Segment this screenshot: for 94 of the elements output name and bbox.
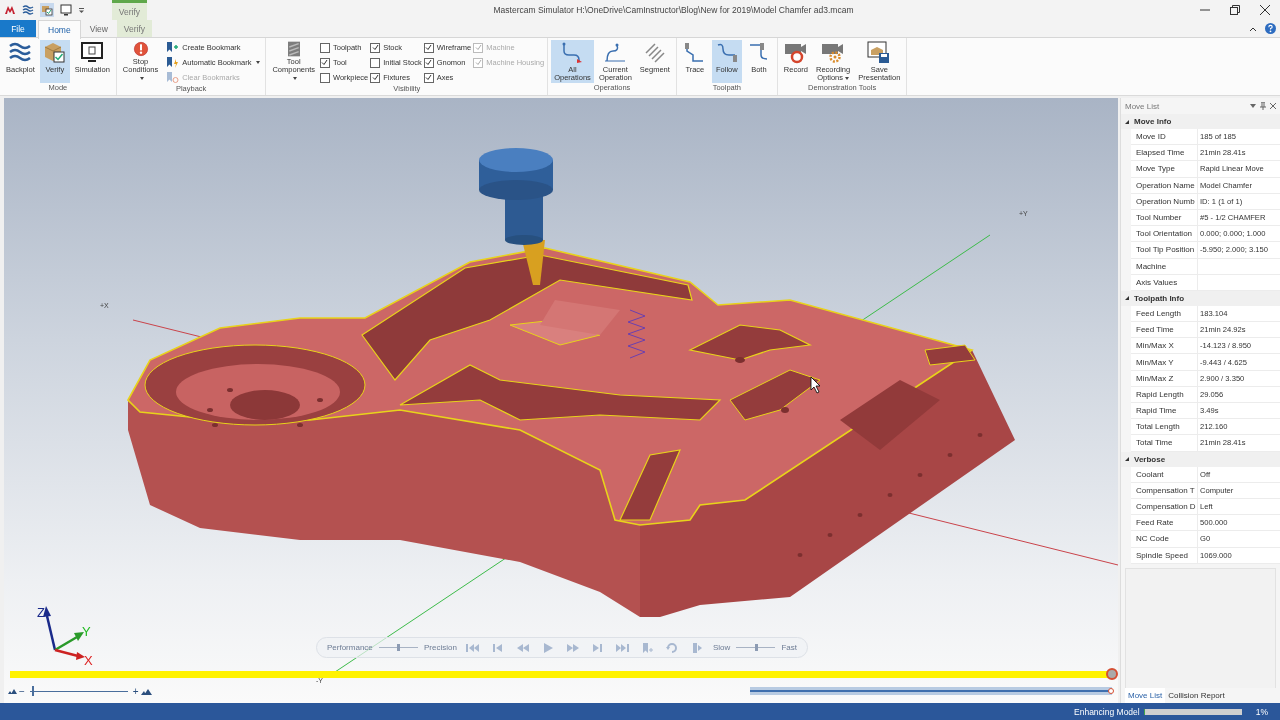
range-handle[interactable] <box>1108 688 1114 694</box>
context-group-label: Verify <box>112 0 147 20</box>
property-name: NC Code <box>1131 531 1198 547</box>
property-name: Min/Max X <box>1131 338 1198 354</box>
ribbon-tab[interactable]: View <box>80 20 117 37</box>
timeline-handle[interactable] <box>1106 668 1118 680</box>
bookmark-bolt-icon <box>165 56 180 68</box>
slider-label: Precision <box>424 643 457 652</box>
app-logo-icon <box>4 4 16 16</box>
property-name: Compensation T <box>1131 482 1198 498</box>
panel-tab[interactable]: Move List <box>1125 688 1166 703</box>
property-name: Move ID <box>1131 129 1198 145</box>
panel-tab[interactable]: Collision Report <box>1165 688 1228 703</box>
mountain-icon[interactable] <box>8 688 17 694</box>
help-icon[interactable] <box>1265 23 1276 34</box>
ribbon-tab[interactable]: Verify <box>116 20 152 37</box>
section-title: Move Info <box>1134 117 1172 126</box>
axis-label: X <box>84 653 93 668</box>
property-name: Total Length <box>1131 419 1198 435</box>
property-name: Axis Values <box>1131 274 1198 290</box>
panel-title: Move List <box>1125 101 1161 111</box>
skip-to-start-icon <box>464 641 480 654</box>
check-icon <box>371 74 379 81</box>
checkbox[interactable] <box>423 42 434 53</box>
property-name: Coolant <box>1131 466 1198 482</box>
property-name: Elapsed Time <box>1131 145 1198 161</box>
property-name: Operation Name <box>1131 177 1198 193</box>
monitor-icon <box>80 41 105 65</box>
loop-icon <box>664 641 680 654</box>
property-name: Machine <box>1131 258 1198 274</box>
box-disk-icon <box>867 41 892 65</box>
ribbon-tab[interactable]: File <box>0 20 36 37</box>
checkbox[interactable] <box>320 42 330 53</box>
zoom-out-button[interactable]: − <box>17 685 27 697</box>
property-name: Feed Time <box>1131 322 1198 338</box>
skip-to-end-icon <box>614 641 630 654</box>
status-text: Enhancing Model <box>1074 706 1140 717</box>
check-icon <box>371 44 379 51</box>
monitor-icon[interactable] <box>60 4 72 16</box>
checkbox[interactable] <box>320 72 330 83</box>
property-name: Spindle Speed <box>1131 547 1198 563</box>
bookmark-add-icon <box>165 41 180 53</box>
property-name: Min/Max Y <box>1131 354 1198 370</box>
mouse-cursor-icon <box>810 376 821 394</box>
camera-gear-icon <box>821 41 846 65</box>
zoom-in-button[interactable]: + <box>130 685 141 697</box>
property-name: Rapid Length <box>1131 386 1198 402</box>
bookmark-remove-icon <box>165 71 180 83</box>
wave-lines-icon[interactable] <box>22 4 34 16</box>
slider-label: Slow <box>712 643 731 652</box>
checkbox[interactable] <box>370 42 381 53</box>
section-title: Toolpath Info <box>1134 293 1185 303</box>
property-name: Min/Max Z <box>1131 370 1198 386</box>
checkbox[interactable] <box>423 72 434 83</box>
zoom-slider-thumb[interactable] <box>31 686 34 696</box>
expand-triangle-icon[interactable] <box>1124 456 1130 463</box>
expand-triangle-icon[interactable] <box>1124 118 1130 125</box>
section-title: Verbose <box>1134 454 1166 464</box>
property-name: Total Time <box>1131 435 1198 451</box>
ribbon-tab[interactable]: Home <box>38 20 81 39</box>
progress-percent: 1% <box>1255 706 1268 717</box>
path-curve-icon <box>603 41 628 65</box>
close-icon[interactable] <box>1260 5 1270 15</box>
dropdown-icon[interactable] <box>1250 104 1256 108</box>
collapse-icon[interactable] <box>1249 25 1257 32</box>
pin-icon[interactable] <box>1260 102 1266 110</box>
camera-icon <box>783 41 808 65</box>
checkbox[interactable] <box>320 57 330 68</box>
mountain-icon[interactable] <box>140 687 152 695</box>
dropdown-icon[interactable] <box>78 6 85 14</box>
slider-label: Fast <box>781 643 797 652</box>
fast-forward-icon <box>564 641 580 654</box>
axis-label: Z <box>37 605 45 620</box>
slider-label: Performance <box>327 643 373 652</box>
axis-label: Y <box>82 624 91 639</box>
property-name: Tool Tip Position <box>1131 242 1198 258</box>
checkbox[interactable] <box>370 57 381 68</box>
expand-triangle-icon[interactable] <box>1124 295 1130 302</box>
property-name: Tool Number <box>1131 209 1198 226</box>
restore-icon[interactable] <box>1230 5 1240 15</box>
checkbox[interactable] <box>423 57 434 68</box>
property-name: Move Type <box>1131 161 1198 177</box>
box-check-icon[interactable] <box>40 3 54 17</box>
property-name: Rapid Time <box>1131 403 1198 419</box>
checkbox[interactable] <box>370 72 381 83</box>
property-name: Feed Rate <box>1131 515 1198 531</box>
property-name: Tool Orientation <box>1131 226 1198 242</box>
property-name: Compensation D <box>1131 498 1198 515</box>
check-icon <box>321 59 329 66</box>
box-check-icon <box>42 41 67 65</box>
property-name: Operation Numb <box>1131 193 1198 209</box>
window-title: Mastercam Simulator H:\OneDrive\CamInstructor\Blog\New for 2019\Model Chamfer ad3.mcam <box>492 4 855 17</box>
property-name: Feed Length <box>1131 305 1198 322</box>
close-icon[interactable] <box>1270 103 1276 109</box>
